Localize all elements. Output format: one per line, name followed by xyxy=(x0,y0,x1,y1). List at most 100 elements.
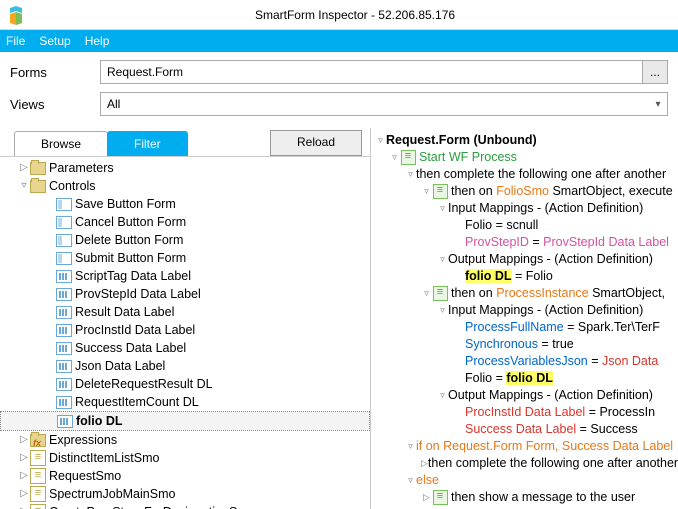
rule-if[interactable]: if on Request.Form Form, Success Data La… xyxy=(416,438,673,455)
expand-icon[interactable]: ▷ xyxy=(18,485,30,503)
rule-line: Folio = folio DL xyxy=(465,370,553,387)
forms-browse-button[interactable]: ... xyxy=(642,61,667,83)
folder-icon xyxy=(30,178,46,194)
control-icon xyxy=(56,196,72,212)
collapse-icon[interactable]: ▿ xyxy=(437,200,448,217)
datalabel-icon xyxy=(56,322,72,338)
smo-icon xyxy=(30,486,46,502)
forms-label: Forms xyxy=(10,65,100,80)
control-icon xyxy=(56,214,72,230)
rule-line: ProcessFullName = Spark.Ter\TerF xyxy=(465,319,660,336)
tree-item-selected[interactable]: folio DL xyxy=(0,411,370,431)
menu-file[interactable]: File xyxy=(6,34,25,48)
datalabel-icon xyxy=(56,376,72,392)
smo-icon xyxy=(30,450,46,466)
step-icon xyxy=(432,490,448,506)
tree-parameters[interactable]: ▷ Parameters xyxy=(0,159,370,177)
rule-line: Success Data Label = Success xyxy=(465,421,638,438)
tree-item[interactable]: Submit Button Form xyxy=(0,249,370,267)
step-icon xyxy=(432,286,448,302)
menu-setup[interactable]: Setup xyxy=(39,34,70,48)
folder-icon xyxy=(30,160,46,176)
forms-value: Request.Form xyxy=(101,65,642,79)
rule-line: ProcessVariablesJson = Json Data xyxy=(465,353,658,370)
expand-icon[interactable]: ▷ xyxy=(18,467,30,485)
tree-item[interactable]: ProcInstId Data Label xyxy=(0,321,370,339)
expand-icon[interactable]: ▷ xyxy=(18,431,30,449)
tree-smo[interactable]: ▷RequestSmo xyxy=(0,467,370,485)
tree-item[interactable]: Success Data Label xyxy=(0,339,370,357)
collapse-icon[interactable]: ▿ xyxy=(421,285,432,302)
toolbar: Forms Request.Form ... Views All ▾ xyxy=(0,52,678,128)
controls-tree[interactable]: ▷ Parameters ▿ Controls Save Button Form… xyxy=(0,156,370,509)
tree-item[interactable]: RequestItemCount DL xyxy=(0,393,370,411)
datalabel-icon xyxy=(56,358,72,374)
datalabel-icon xyxy=(56,268,72,284)
tree-item[interactable]: Delete Button Form xyxy=(0,231,370,249)
collapse-icon[interactable]: ▿ xyxy=(405,472,416,489)
rule-line: Folio = scnull xyxy=(465,217,538,234)
collapse-icon[interactable]: ▿ xyxy=(437,387,448,404)
left-pane: Browse Filter Reload ▷ Parameters ▿ Cont… xyxy=(0,128,371,509)
collapse-icon[interactable]: ▿ xyxy=(18,177,30,195)
collapse-icon[interactable]: ▿ xyxy=(421,183,432,200)
collapse-icon[interactable]: ▿ xyxy=(405,166,416,183)
collapse-icon[interactable]: ▿ xyxy=(375,132,386,149)
tree-smo[interactable]: ▷CreateProvStepsForDesignationSmo xyxy=(0,503,370,509)
reload-button[interactable]: Reload xyxy=(270,130,362,156)
tree-item[interactable]: Save Button Form xyxy=(0,195,370,213)
rule-line[interactable]: then on FolioSmo SmartObject, execute xyxy=(451,183,673,200)
control-icon xyxy=(56,250,72,266)
rules-tree[interactable]: ▿Request.Form (Unbound) ▿Start WF Proces… xyxy=(371,128,678,509)
tree-item[interactable]: DeleteRequestResult DL xyxy=(0,375,370,393)
expand-icon[interactable]: ▷ xyxy=(18,503,30,509)
collapse-icon[interactable]: ▿ xyxy=(437,302,448,319)
rule-line: ProvStepID = ProvStepId Data Label xyxy=(465,234,669,251)
collapse-icon[interactable]: ▿ xyxy=(389,149,400,166)
tree-item[interactable]: Json Data Label xyxy=(0,357,370,375)
chevron-down-icon: ▾ xyxy=(649,99,667,110)
window-title-bar: SmartForm Inspector - 52.206.85.176 xyxy=(0,0,678,30)
tree-item[interactable]: ProvStepId Data Label xyxy=(0,285,370,303)
tree-expressions[interactable]: ▷ Expressions xyxy=(0,431,370,449)
control-icon xyxy=(56,232,72,248)
collapse-icon[interactable]: ▿ xyxy=(437,251,448,268)
collapse-icon[interactable]: ▿ xyxy=(405,438,416,455)
tree-item[interactable]: Cancel Button Form xyxy=(0,213,370,231)
tree-item[interactable]: Result Data Label xyxy=(0,303,370,321)
menu-bar: File Setup Help xyxy=(0,30,678,52)
window-title: SmartForm Inspector - 52.206.85.176 xyxy=(32,8,678,22)
step-icon xyxy=(432,184,448,200)
smo-icon xyxy=(30,468,46,484)
tab-filter[interactable]: Filter xyxy=(107,131,188,156)
expand-icon[interactable]: ▷ xyxy=(421,455,428,472)
expand-icon[interactable]: ▷ xyxy=(18,449,30,467)
app-icon xyxy=(6,5,26,25)
rule-line: Synchronous = true xyxy=(465,336,574,353)
datalabel-icon xyxy=(56,340,72,356)
rule-line: ProcInstId Data Label = ProcessIn xyxy=(465,404,655,421)
forms-combo[interactable]: Request.Form ... xyxy=(100,60,668,84)
rule-start[interactable]: Start WF Process xyxy=(419,149,517,166)
datalabel-icon xyxy=(56,394,72,410)
tree-smo[interactable]: ▷DistinctItemListSmo xyxy=(0,449,370,467)
form-header: Request.Form (Unbound) xyxy=(386,132,537,149)
tree-controls[interactable]: ▿ Controls xyxy=(0,177,370,195)
rule-else[interactable]: else xyxy=(416,472,439,489)
tab-browse[interactable]: Browse xyxy=(14,131,108,156)
views-combo[interactable]: All ▾ xyxy=(100,92,668,116)
tree-item[interactable]: ScriptTag Data Label xyxy=(0,267,370,285)
datalabel-icon xyxy=(57,413,73,429)
expand-icon[interactable]: ▷ xyxy=(421,489,432,506)
tree-smo[interactable]: ▷SpectrumJobMainSmo xyxy=(0,485,370,503)
rule-line: folio DL = Folio xyxy=(465,268,553,285)
menu-help[interactable]: Help xyxy=(85,34,110,48)
views-value: All xyxy=(101,97,649,111)
expand-icon[interactable]: ▷ xyxy=(18,159,30,177)
rule-line[interactable]: then on ProcessInstance SmartObject, xyxy=(451,285,665,302)
datalabel-icon xyxy=(56,304,72,320)
expressions-icon xyxy=(30,432,46,448)
views-label: Views xyxy=(10,97,100,112)
tab-bar: Browse Filter Reload xyxy=(0,128,370,156)
datalabel-icon xyxy=(56,286,72,302)
